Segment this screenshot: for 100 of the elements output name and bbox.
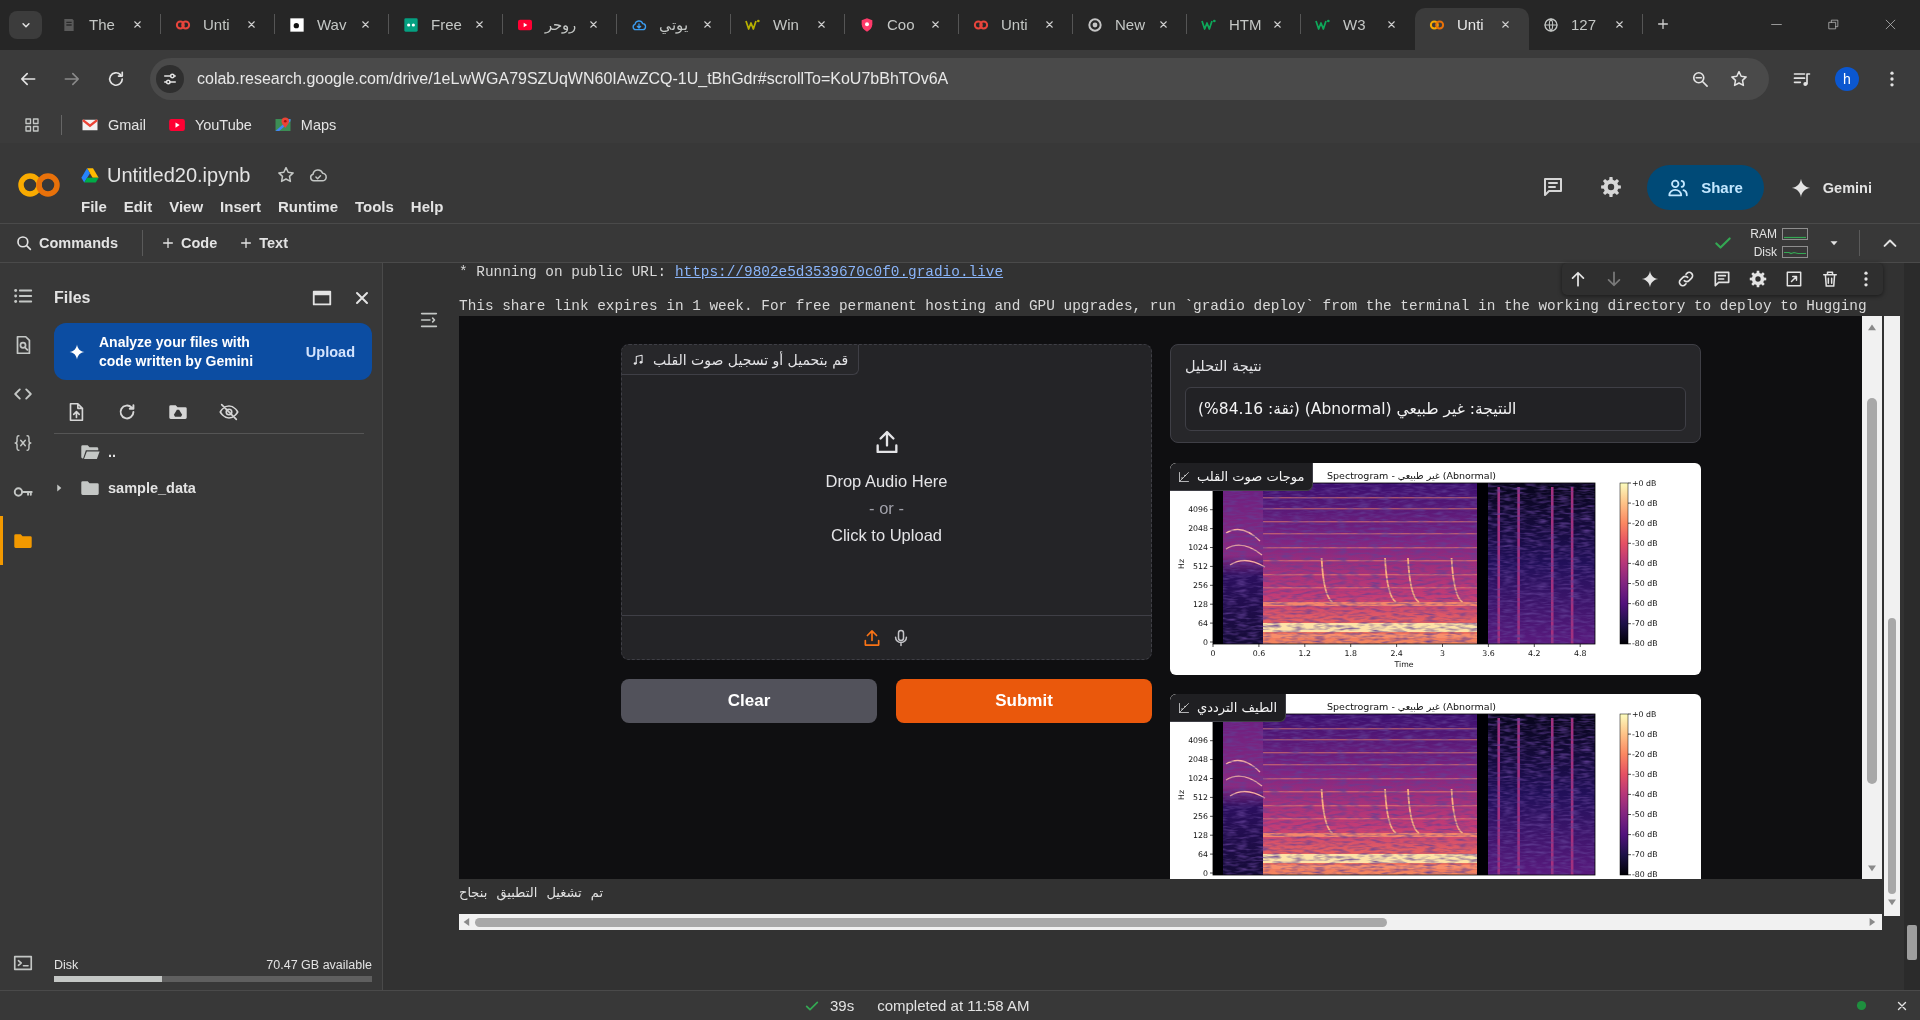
book-icon (61, 16, 77, 33)
close-icon[interactable] (246, 19, 257, 30)
address-bar[interactable]: colab.research.google.com/drive/1eLwWGA79SZUqWN60IAwZCQ-1U_tBhGdr#scrollTo=KoU7bBhTOv6A (150, 58, 1769, 100)
usage-graph-icon[interactable] (1782, 246, 1808, 258)
browser-tab[interactable]: Unti (959, 8, 1073, 50)
browser-tab[interactable]: Unti (1415, 8, 1529, 50)
scrollbar-thumb[interactable] (1888, 618, 1896, 894)
browser-tab[interactable]: Coo (845, 8, 959, 50)
resource-label[interactable]: RAM (1750, 227, 1777, 241)
star-icon[interactable] (1729, 69, 1749, 89)
menu-item[interactable]: View (169, 197, 204, 215)
star-icon[interactable] (276, 165, 297, 185)
close-icon[interactable] (930, 19, 941, 30)
notebook-title[interactable]: Untitled20.ipynb (107, 163, 251, 187)
browser-tab[interactable]: 127 (1529, 8, 1643, 50)
scroll-down-icon[interactable] (1887, 898, 1897, 906)
browser-tab[interactable]: Win (731, 8, 845, 50)
menu-item[interactable]: File (81, 197, 107, 215)
disk-reading: 70.47 GB available (266, 958, 372, 972)
upload-button[interactable]: Upload (305, 343, 355, 360)
search-icon (15, 234, 33, 252)
bookmark-link[interactable]: YouTube (167, 115, 252, 134)
browser-tab[interactable]: Wav (275, 8, 389, 50)
horizontal-scrollbar[interactable] (459, 914, 1882, 930)
profile-avatar[interactable]: h (1835, 67, 1859, 91)
browser-tab[interactable]: W3 (1301, 8, 1415, 50)
zoom-icon[interactable] (1690, 69, 1710, 89)
vertical-scrollbar[interactable] (1862, 316, 1882, 879)
resource-label[interactable]: Disk (1753, 245, 1777, 259)
settings-icon[interactable] (1599, 175, 1624, 199)
panel-title: Files (54, 289, 91, 307)
share-button[interactable]: Share (1647, 165, 1764, 210)
scroll-right-icon[interactable] (1868, 917, 1876, 927)
add-code-button[interactable]: Code (156, 235, 222, 251)
restore-icon[interactable] (1827, 18, 1840, 31)
bookmark-link[interactable]: Gmail (81, 115, 146, 134)
result-field[interactable]: النتيجة: غير طبيعي (Abnormal) (ثقة: 84.16%) (1185, 387, 1686, 431)
clear-button[interactable]: Clear (621, 679, 877, 723)
browser-tab[interactable]: New (1073, 8, 1187, 50)
rings-logo-icon[interactable] (17, 171, 61, 199)
close-icon[interactable] (1614, 19, 1625, 30)
new-tab-icon[interactable] (1656, 17, 1670, 31)
usage-graph-icon[interactable] (1782, 228, 1808, 240)
upload-icon[interactable] (862, 627, 882, 648)
circle-icon (1087, 16, 1103, 33)
plot-label: موجات صوت القلب (1197, 469, 1305, 484)
file-tree-item[interactable]: sample_data (54, 470, 372, 506)
menu-item[interactable]: Help (410, 197, 444, 215)
scrollbar-thumb[interactable] (1907, 925, 1917, 960)
menu-item[interactable]: Tools (354, 197, 394, 215)
browser-tab[interactable]: Unti (161, 8, 275, 50)
close-icon[interactable] (588, 19, 599, 30)
eye-off-icon[interactable] (218, 401, 240, 423)
globe-icon (1543, 16, 1559, 33)
menu-item[interactable]: Insert (220, 197, 261, 215)
scrollbar-thumb[interactable] (1867, 398, 1877, 784)
gemini-button[interactable]: Gemini (1789, 165, 1872, 210)
browser-tab[interactable]: The (47, 8, 161, 50)
plot-label: الطيف الترددي (1197, 700, 1278, 715)
chart-title: Spectrogram - غير طبيعي (Abnormal) (1327, 469, 1496, 481)
browser-tab[interactable]: روحر (503, 8, 617, 50)
menu-item[interactable]: Edit (123, 197, 153, 215)
sparkle-icon[interactable] (1640, 269, 1660, 289)
scrollbar-thumb[interactable] (475, 917, 1387, 927)
close-icon[interactable] (1884, 18, 1897, 31)
browser-tab[interactable]: Free (389, 8, 503, 50)
promo-text: Analyze your files with code written by Gemini (99, 332, 255, 371)
close-icon[interactable] (1386, 19, 1397, 30)
close-icon[interactable] (360, 19, 371, 30)
close-icon[interactable] (474, 19, 485, 30)
commands-button[interactable]: Commands (11, 234, 122, 252)
bookmark-link[interactable]: Maps (273, 115, 337, 134)
reload-icon[interactable] (106, 69, 126, 89)
close-icon[interactable] (702, 19, 713, 30)
output-text: This share link expires in 1 week. For free permanent hosting and GPU upgrades, run `gradio deploy` from the terminal in the working directory to deploy to Hugging (459, 297, 1867, 316)
close-icon[interactable] (1272, 19, 1283, 30)
browser-tab[interactable]: HTM (1187, 8, 1301, 50)
link-icon[interactable] (1676, 269, 1696, 289)
site-info-icon[interactable] (156, 65, 184, 93)
comment-icon[interactable] (1712, 269, 1732, 289)
square-arrow-icon[interactable] (1784, 269, 1804, 289)
close-icon[interactable] (1500, 19, 1511, 30)
scroll-up-icon[interactable] (1867, 323, 1877, 331)
scroll-left-icon[interactable] (462, 917, 470, 927)
public-url-link[interactable]: https://9802e5d3539670c0f0.gradio.live (674, 264, 1004, 280)
close-icon[interactable] (1044, 19, 1055, 30)
close-icon[interactable] (132, 19, 143, 30)
close-icon[interactable] (1158, 19, 1169, 30)
browser-tab[interactable]: يوتي (617, 8, 731, 50)
file-tree-item[interactable]: .. (54, 434, 372, 470)
trash-icon[interactable] (1820, 269, 1840, 289)
menu-item[interactable]: Runtime (277, 197, 338, 215)
settings-icon[interactable] (1748, 269, 1768, 289)
apps-grid-icon[interactable] (23, 115, 41, 134)
scroll-down-icon[interactable] (1867, 864, 1877, 872)
submit-button[interactable]: Submit (896, 679, 1152, 723)
add-text-button[interactable]: Text (235, 235, 292, 251)
close-icon[interactable] (816, 19, 827, 30)
vertical-scrollbar[interactable] (1884, 316, 1900, 916)
tab-search-button[interactable] (9, 11, 42, 39)
